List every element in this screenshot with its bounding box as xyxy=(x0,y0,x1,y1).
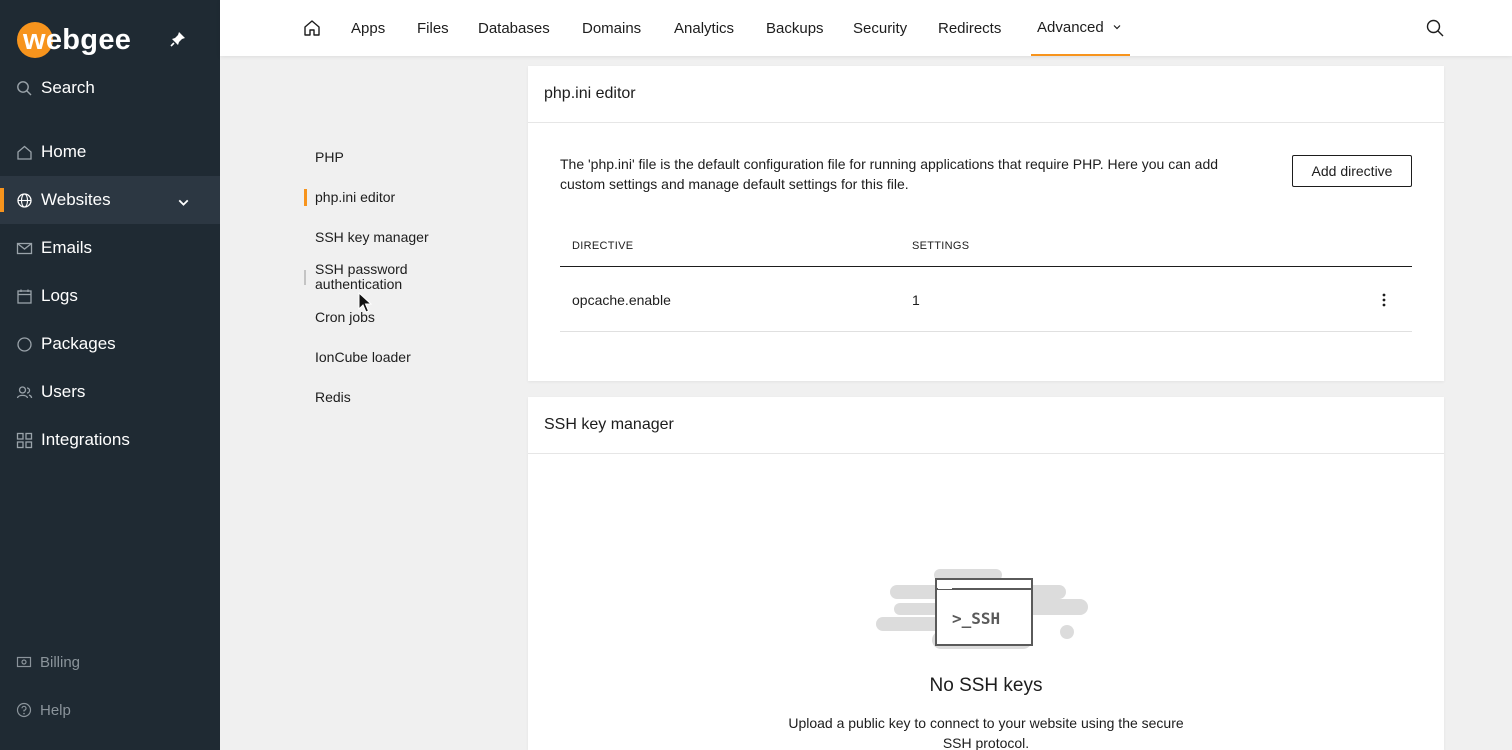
logo-row: webgee xyxy=(17,21,207,59)
sidebar-search[interactable]: Search xyxy=(16,76,95,100)
php-ini-editor-card: php.ini editor The 'php.ini' file is the… xyxy=(528,66,1444,381)
mail-icon xyxy=(16,242,33,254)
sidebar-item-websites[interactable]: Websites xyxy=(0,176,220,224)
card-title: SSH key manager xyxy=(528,397,1444,454)
sidebar-item-packages[interactable]: Packages xyxy=(0,320,220,368)
card-title: php.ini editor xyxy=(528,66,1444,123)
tab-apps[interactable]: Apps xyxy=(351,0,385,56)
php-ini-description: The 'php.ini' file is the default config… xyxy=(560,156,1219,192)
sidebar-item-emails[interactable]: Emails xyxy=(0,224,220,272)
tab-label: Redirects xyxy=(938,19,1002,37)
users-icon xyxy=(16,385,33,398)
sidebar-item-home[interactable]: Home xyxy=(0,128,220,176)
chevron-down-icon xyxy=(178,199,189,206)
sidebar: webgee Search Home Websites Emails Logs … xyxy=(0,0,220,750)
tab-label: Databases xyxy=(478,19,550,37)
sidebar-item-label: Users xyxy=(41,382,86,401)
tab-label: Backups xyxy=(766,19,824,37)
chevron-down-icon xyxy=(1113,25,1121,30)
tab-label: Advanced xyxy=(1037,18,1104,36)
sidebar-item-label: Billing xyxy=(40,653,81,671)
tab-backups[interactable]: Backups xyxy=(766,0,824,56)
sidebar-item-billing[interactable]: Billing xyxy=(16,650,80,674)
home-icon xyxy=(17,145,32,160)
subnav-item-php-ini-editor[interactable]: php.ini editor xyxy=(315,190,395,205)
tab-security[interactable]: Security xyxy=(853,0,907,56)
grid-icon xyxy=(16,432,33,448)
tab-label: Apps xyxy=(351,19,386,37)
tab-databases[interactable]: Databases xyxy=(478,0,550,56)
tab-redirects[interactable]: Redirects xyxy=(938,0,1001,56)
column-header-settings[interactable]: SETTINGS xyxy=(912,240,969,252)
calendar-icon xyxy=(17,289,32,304)
add-directive-button[interactable]: Add directive xyxy=(1292,155,1412,187)
empty-state-title: No SSH keys xyxy=(929,675,1043,696)
directive-cell: opcache.enable xyxy=(572,292,671,308)
subnav-item-php[interactable]: PHP xyxy=(315,150,344,165)
sidebar-item-users[interactable]: Users xyxy=(0,368,220,416)
sidebar-item-label: Home xyxy=(41,142,87,161)
tab-analytics[interactable]: Analytics xyxy=(674,0,734,56)
circle-icon xyxy=(17,336,32,352)
subnav-active-indicator xyxy=(304,189,307,206)
column-header-directive[interactable]: DIRECTIVE xyxy=(572,240,633,252)
table-row-divider xyxy=(560,331,1412,332)
sidebar-item-integrations[interactable]: Integrations xyxy=(0,416,220,464)
top-navigation: Apps Files Databases Domains Analytics B… xyxy=(220,0,1512,56)
tab-label: Security xyxy=(853,19,908,37)
tab-files[interactable]: Files xyxy=(417,0,449,56)
sidebar-item-logs[interactable]: Logs xyxy=(0,272,220,320)
home-icon[interactable] xyxy=(302,18,322,38)
subnav-item-redis[interactable]: Redis xyxy=(315,390,351,405)
sidebar-item-label: Websites xyxy=(41,190,111,209)
sidebar-search-label: Search xyxy=(41,78,95,97)
search-icon xyxy=(17,80,32,95)
globe-icon xyxy=(17,192,32,208)
sidebar-item-label: Help xyxy=(40,701,71,719)
tab-label: Files xyxy=(417,19,449,37)
billing-icon xyxy=(16,656,32,668)
pin-icon[interactable] xyxy=(169,30,187,48)
sidebar-item-help[interactable]: Help xyxy=(16,698,71,722)
sidebar-item-label: Logs xyxy=(41,286,78,305)
tab-label: Analytics xyxy=(674,19,735,37)
search-icon[interactable] xyxy=(1425,18,1445,38)
ssh-key-manager-card: SSH key manager >_SSH No SSH keys Upload… xyxy=(528,397,1444,750)
tab-advanced[interactable]: Advanced xyxy=(1031,0,1130,56)
sidebar-item-label: Integrations xyxy=(41,430,130,449)
logo-text: webgee xyxy=(23,23,132,56)
subnav-item-ssh-password-authentication[interactable]: SSH password authentication xyxy=(315,262,408,292)
more-options-icon[interactable] xyxy=(1380,291,1388,309)
subnav-hover-indicator xyxy=(304,270,306,285)
brand-logo[interactable]: webgee xyxy=(17,21,131,59)
tab-label: Domains xyxy=(582,19,642,37)
subnav-item-ioncube-loader[interactable]: IonCube loader xyxy=(315,350,411,365)
sidebar-item-label: Emails xyxy=(41,238,93,257)
setting-cell: 1 xyxy=(912,292,920,308)
ssh-terminal-illustration: >_SSH xyxy=(876,569,1088,649)
subnav-item-ssh-key-manager[interactable]: SSH key manager xyxy=(315,230,429,245)
table-header-divider xyxy=(560,266,1412,267)
help-icon xyxy=(16,702,32,718)
empty-state-description: Upload a public key to connect to your w… xyxy=(788,715,1184,750)
sidebar-item-label: Packages xyxy=(41,334,116,353)
tab-domains[interactable]: Domains xyxy=(582,0,641,56)
ssh-illustration-text: >_SSH xyxy=(952,609,1000,628)
mouse-cursor-icon xyxy=(358,292,373,313)
